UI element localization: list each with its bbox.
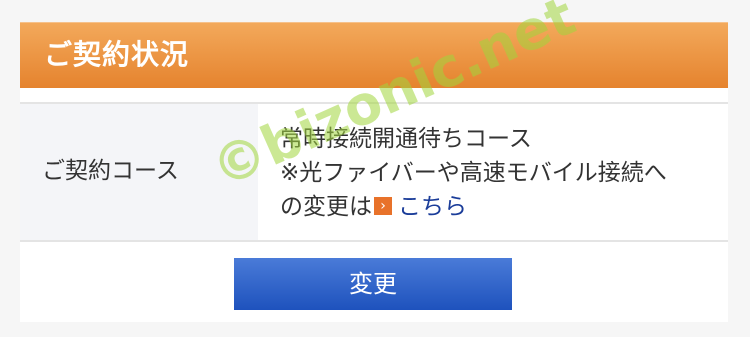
contract-status-card: ご契約状況 ご契約コース 常時接続開通待ちコース ※光ファイバーや高速モバイル接… — [20, 22, 728, 322]
contract-value-text: 常時接続開通待ちコース ※光ファイバーや高速モバイル接続へ の変更は › こちら — [280, 122, 725, 224]
contract-label-cell: ご契約コース — [20, 104, 258, 240]
contract-course-name: 常時接続開通待ちコース — [280, 126, 532, 152]
contract-table: ご契約コース 常時接続開通待ちコース ※光ファイバーや高速モバイル接続へ の変更… — [20, 102, 728, 242]
contract-course-label: ご契約コース — [42, 158, 179, 184]
section-header: ご契約状況 — [20, 22, 728, 88]
change-note-line2: の変更は › こちら — [280, 190, 725, 224]
change-note-line1: ※光ファイバーや高速モバイル接続へ — [280, 160, 667, 186]
change-note-prefix: の変更は — [280, 194, 372, 220]
change-button[interactable]: 変更 — [234, 258, 512, 310]
section-title: ご契約状況 — [44, 38, 190, 71]
contract-value-cell: 常時接続開通待ちコース ※光ファイバーや高速モバイル接続へ の変更は › こちら — [258, 104, 728, 240]
arrow-right-icon: › — [374, 196, 392, 215]
change-link[interactable]: こちら — [398, 194, 467, 220]
